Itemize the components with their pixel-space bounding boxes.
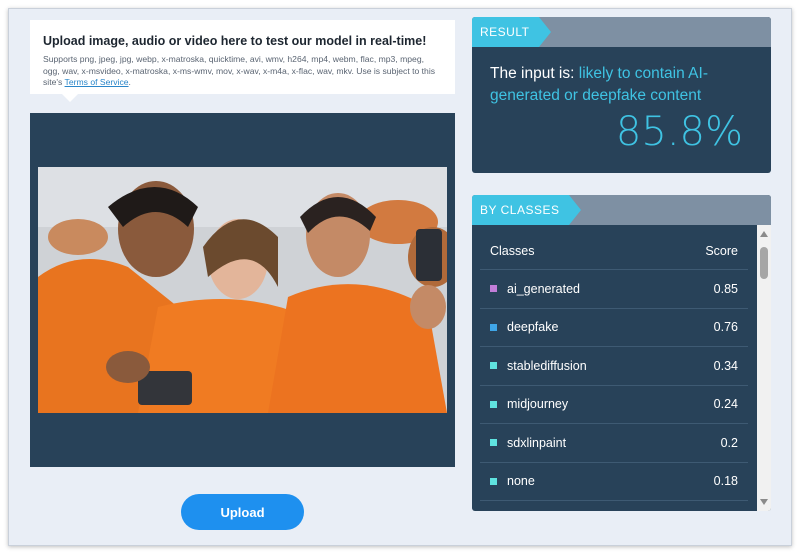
scrollbar-thumb[interactable] (760, 247, 768, 279)
class-score: 0.24 (713, 397, 738, 412)
scroll-up-icon[interactable] (760, 231, 768, 237)
table-row: deepfake 0.76 (480, 309, 748, 347)
terms-suffix: . (128, 77, 131, 87)
result-tab: RESULT (472, 17, 552, 47)
class-name: ai_generated (507, 281, 580, 296)
classes-scrollbar[interactable] (757, 225, 771, 511)
class-color-swatch (490, 477, 497, 485)
result-text: The input is: likely to contain AI-gener… (490, 63, 760, 107)
result-card: RESULT The input is: likely to contain A… (472, 17, 771, 173)
table-row: none 0.18 (480, 463, 748, 501)
class-score: 0.18 (713, 474, 738, 489)
class-score: 0.76 (713, 320, 738, 335)
class-name: stablediffusion (507, 358, 587, 373)
uploaded-image (38, 167, 447, 413)
class-name: midjourney (507, 397, 569, 412)
upload-info-card: Upload image, audio or video here to tes… (30, 20, 455, 102)
class-color-swatch (490, 400, 497, 408)
classes-card: BY CLASSES Classes Score ai_generated 0.… (472, 195, 771, 511)
result-header: RESULT (472, 17, 771, 47)
class-color-swatch (490, 285, 497, 293)
column-header-score: Score (705, 244, 738, 258)
table-row: stablediffusion 0.34 (480, 347, 748, 386)
upload-title: Upload image, audio or video here to tes… (43, 34, 427, 48)
class-name: sdxlinpaint (507, 435, 567, 450)
table-row: ai_generated 0.85 (480, 270, 748, 309)
table-row: sdxlinpaint 0.2 (480, 424, 748, 463)
result-score: 85.8% (615, 109, 743, 155)
media-preview-panel (30, 113, 455, 467)
classes-table: Classes Score ai_generated 0.85 deepfake… (480, 233, 748, 501)
class-name: deepfake (507, 320, 559, 335)
upload-button[interactable]: Upload (181, 494, 304, 530)
class-name: none (507, 474, 535, 489)
column-header-classes: Classes (490, 244, 535, 258)
supported-formats-text: Supports png, jpeg, jpg, webp, x-matrosk… (43, 54, 443, 89)
class-color-swatch (490, 439, 497, 447)
table-row: midjourney 0.24 (480, 386, 748, 424)
class-color-swatch (490, 362, 497, 370)
result-prefix: The input is: (490, 65, 579, 82)
class-color-swatch (490, 323, 497, 331)
scroll-down-icon[interactable] (760, 499, 768, 505)
uploaded-image-illustration (38, 167, 447, 413)
table-header-row: Classes Score (480, 233, 748, 270)
classes-header: BY CLASSES (472, 195, 771, 225)
class-score: 0.34 (713, 358, 738, 373)
class-score: 0.85 (713, 281, 738, 296)
terms-of-service-link[interactable]: Terms of Service (65, 77, 129, 87)
classes-tab: BY CLASSES (472, 195, 583, 225)
class-score: 0.2 (720, 435, 738, 450)
